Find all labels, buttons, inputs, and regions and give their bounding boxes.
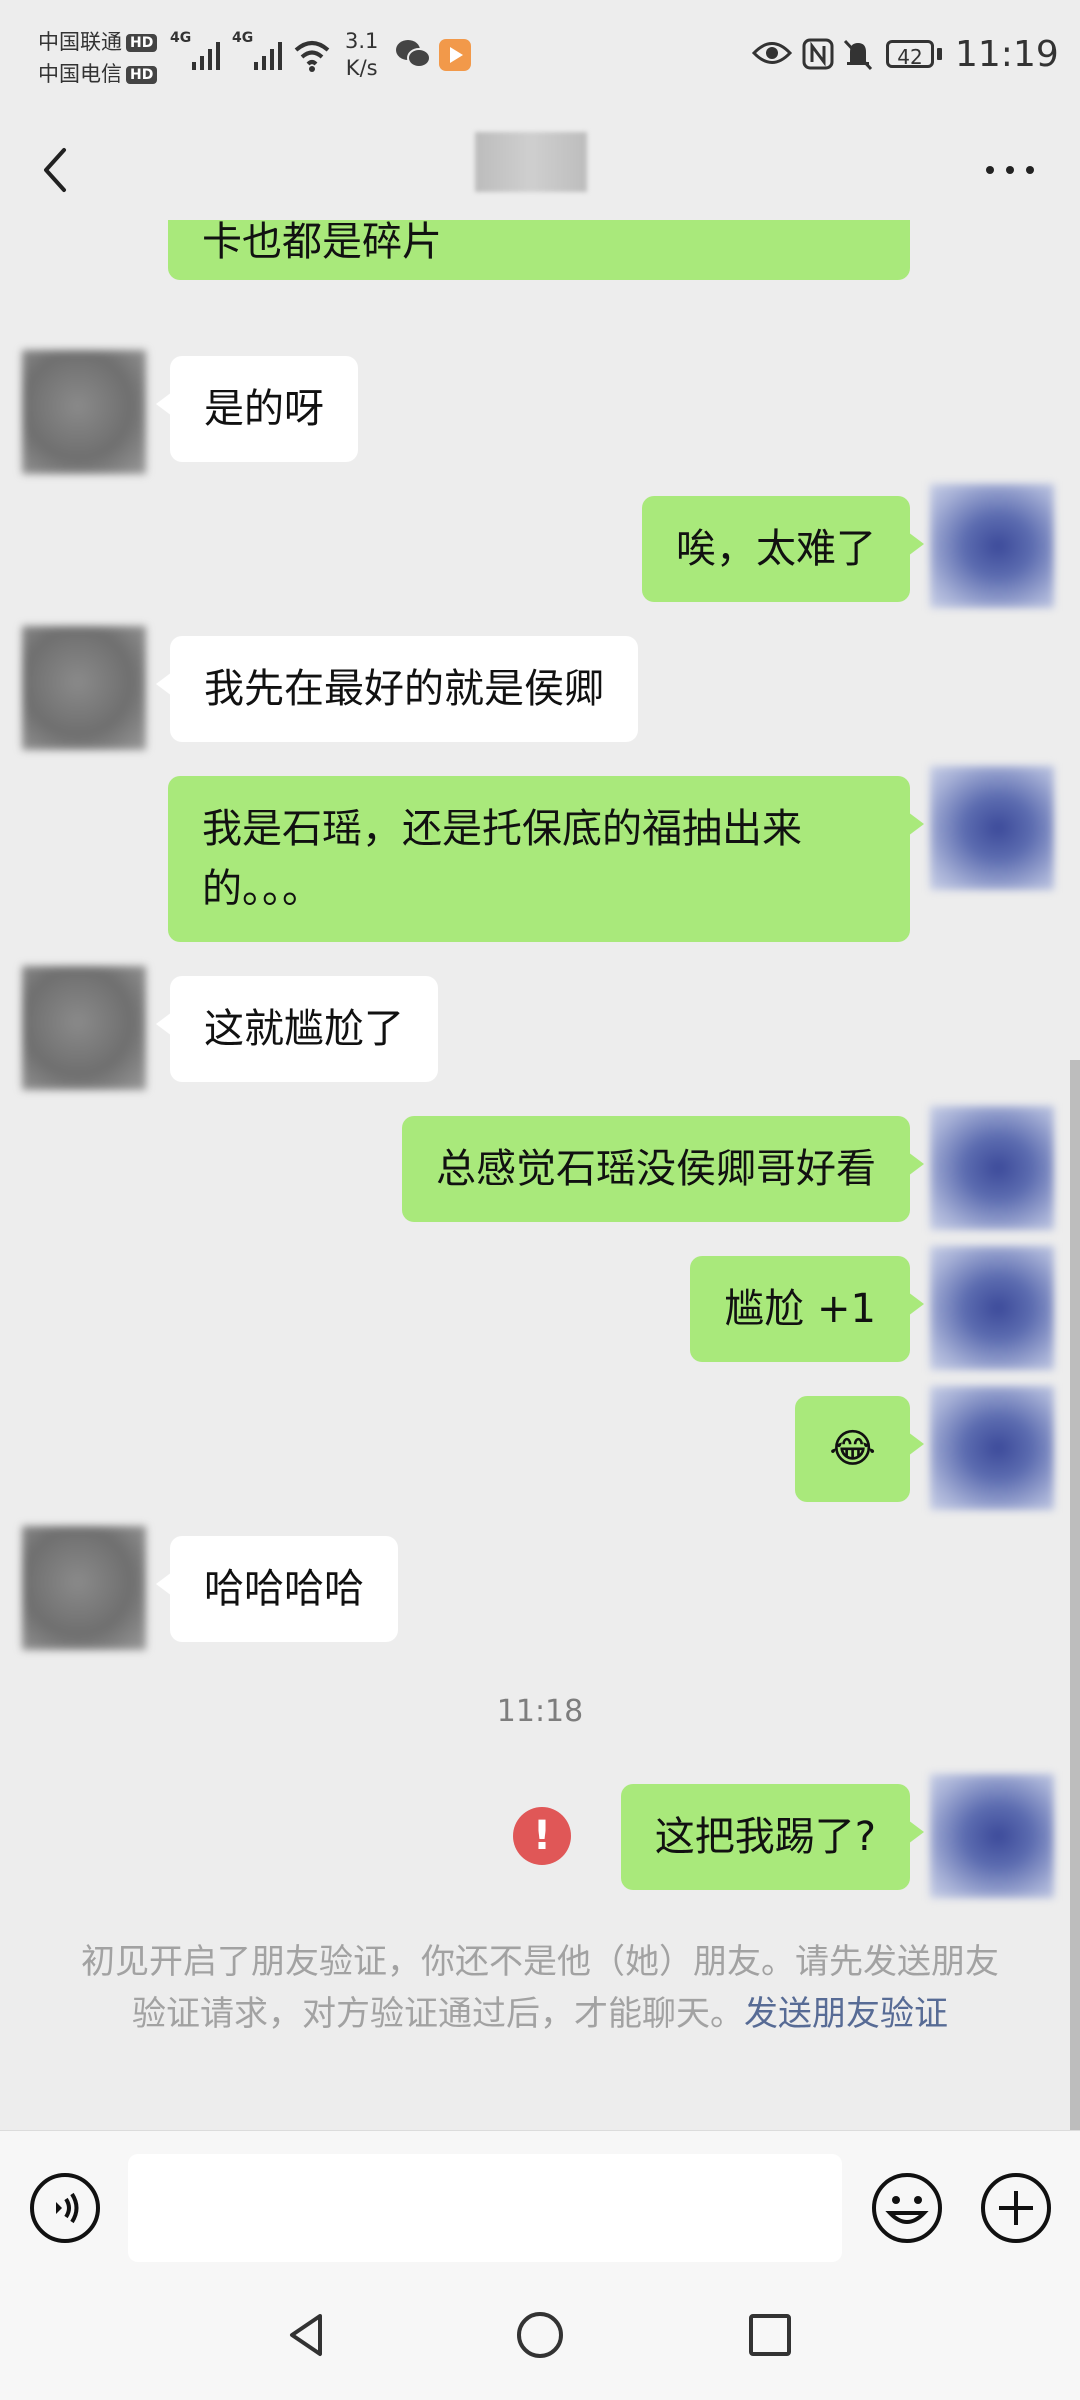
message-bubble-sent[interactable]: 总感觉石瑶没侯卿哥好看	[402, 1116, 924, 1222]
message-input[interactable]	[128, 2154, 842, 2262]
message-text: 尴尬 +1	[724, 1286, 876, 1332]
message-bubble-received[interactable]: 哈哈哈哈	[156, 1536, 398, 1642]
signal-icon	[192, 42, 220, 70]
message-text: 我是石瑶，还是托保底的福抽出来的。。。	[202, 806, 802, 912]
voice-icon[interactable]	[28, 2171, 102, 2245]
my-avatar[interactable]	[930, 1106, 1054, 1230]
eye-icon	[752, 42, 792, 64]
status-time: 11:19	[955, 34, 1059, 75]
scrollbar[interactable]	[1070, 1060, 1080, 2130]
my-avatar[interactable]	[930, 1386, 1054, 1510]
battery-indicator: 42	[886, 40, 934, 69]
send-failed-icon[interactable]: !	[513, 1807, 571, 1865]
nfc-icon	[802, 38, 834, 70]
plus-icon[interactable]	[979, 2171, 1053, 2245]
signal-icon	[254, 42, 282, 70]
message-bubble-sent[interactable]: 卡也都是碎片	[168, 220, 910, 280]
contact-name-redacted	[475, 132, 587, 192]
emoji-icon[interactable]	[870, 2171, 944, 2245]
mute-bell-icon	[843, 39, 873, 71]
chat-header	[0, 120, 1080, 220]
carrier-1: 中国联通 HD	[38, 26, 158, 56]
my-avatar[interactable]	[930, 1774, 1054, 1898]
carrier-2: 中国电信 HD	[38, 58, 158, 88]
message-text: 总感觉石瑶没侯卿哥好看	[436, 1146, 876, 1192]
message-list[interactable]: 卡也都是碎片 是的呀 唉，太难了 我先在最好的就是侯卿 我是石瑶，还是托保底的福…	[0, 220, 1080, 2130]
network-type-2: 4G	[232, 30, 254, 46]
message-text: 哈哈哈哈	[204, 1566, 364, 1612]
nav-recents-icon[interactable]	[745, 2310, 795, 2360]
nav-back-icon[interactable]	[282, 2310, 332, 2360]
message-bubble-sent[interactable]: 唉，太难了	[642, 496, 924, 602]
my-avatar[interactable]	[930, 1246, 1054, 1370]
video-app-icon	[439, 39, 471, 71]
friend-verification-notice: 初见开启了朋友验证，你还不是他（她）朋友。请先发送朋友验证请求，对方验证通过后，…	[80, 1936, 1000, 2040]
more-dots-icon[interactable]	[980, 150, 1040, 190]
message-bubble-sent[interactable]: 尴尬 +1	[690, 1256, 924, 1362]
send-verification-link[interactable]: 发送朋友验证	[744, 1994, 948, 2034]
battery-nub	[937, 48, 942, 60]
contact-avatar[interactable]	[22, 966, 146, 1090]
status-bar: 中国联通 HD 中国电信 HD 4G 4G 3.1 K/s 42 11:19	[0, 0, 1080, 120]
message-text: 是的呀	[204, 386, 324, 432]
chevron-left-icon[interactable]	[30, 130, 90, 210]
wifi-icon	[294, 41, 330, 72]
message-text: 唉，太难了	[676, 526, 876, 572]
laughing-crying-emoji-icon: 😂	[829, 1426, 876, 1472]
message-bubble-sent[interactable]: 这把我踢了?	[620, 1784, 925, 1890]
message-bubble-sent[interactable]: 我是石瑶，还是托保底的福抽出来的。。。	[168, 776, 924, 942]
network-type-1: 4G	[170, 30, 192, 46]
my-avatar[interactable]	[930, 484, 1054, 608]
input-bar	[0, 2130, 1080, 2271]
message-text: 这把我踢了?	[654, 1814, 876, 1860]
contact-avatar[interactable]	[22, 350, 146, 474]
message-text: 我先在最好的就是侯卿	[204, 666, 604, 712]
message-bubble-received[interactable]: 我先在最好的就是侯卿	[156, 636, 638, 742]
my-avatar[interactable]	[930, 766, 1054, 890]
nav-home-icon[interactable]	[515, 2310, 565, 2360]
contact-avatar[interactable]	[22, 1526, 146, 1650]
message-text: 这就尴尬了	[204, 1006, 404, 1052]
system-navigation-bar	[0, 2270, 1080, 2400]
message-text: 卡也都是碎片	[202, 220, 442, 265]
network-speed: 3.1 K/s	[345, 29, 379, 80]
message-bubble-sent[interactable]: 😂	[795, 1396, 924, 1502]
contact-avatar[interactable]	[22, 626, 146, 750]
message-bubble-received[interactable]: 这就尴尬了	[156, 976, 438, 1082]
message-bubble-received[interactable]: 是的呀	[156, 356, 358, 462]
message-timestamp: 11:18	[496, 1694, 584, 1729]
wechat-icon	[396, 40, 431, 68]
